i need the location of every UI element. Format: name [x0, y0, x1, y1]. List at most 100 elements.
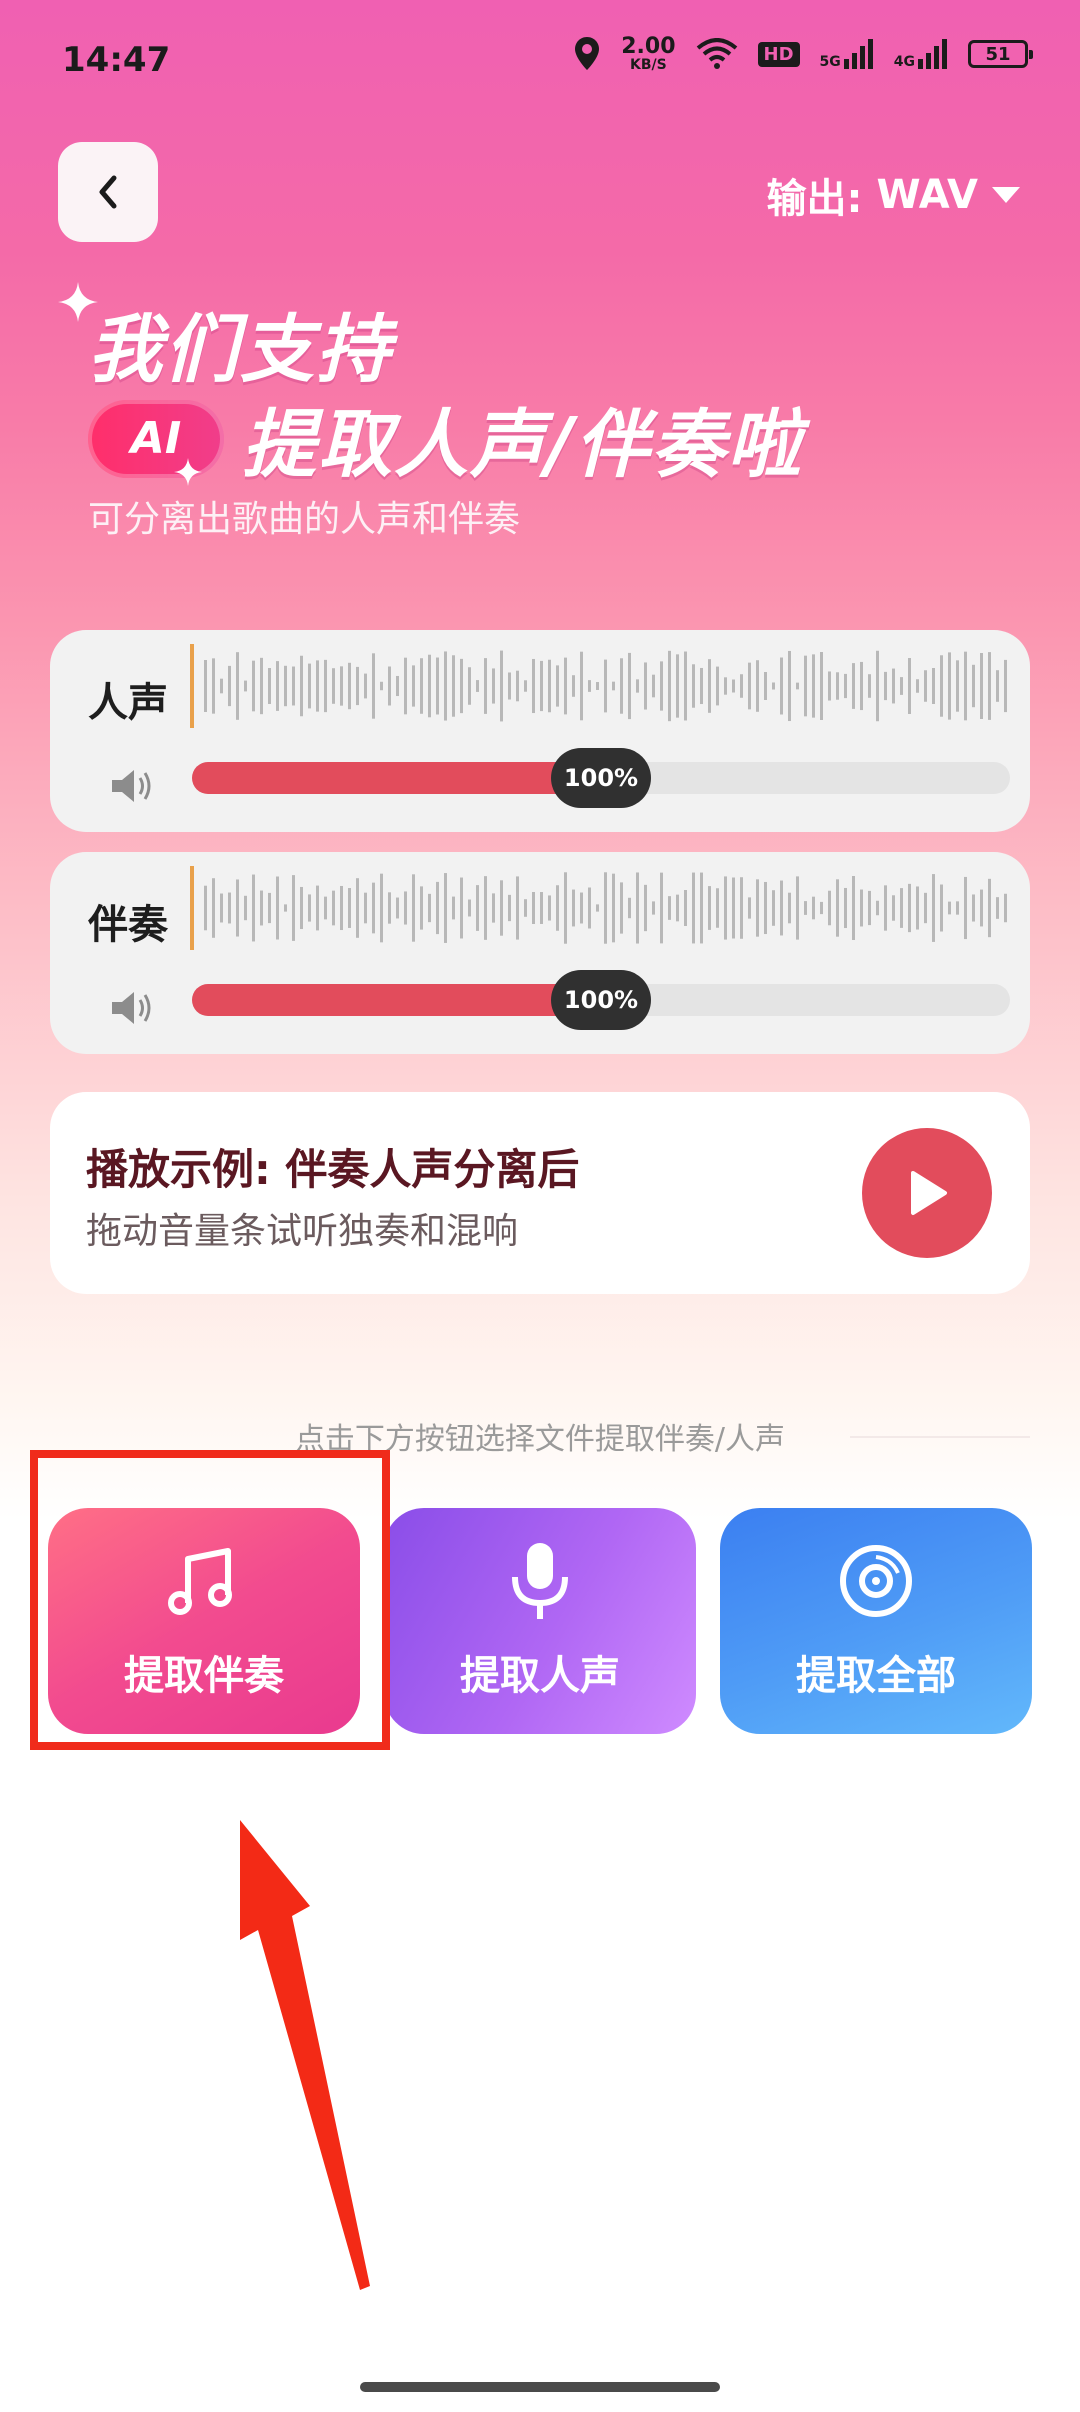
- waveform-bar: [508, 894, 511, 922]
- output-label: 输出:: [766, 176, 863, 222]
- waveform-bar: [380, 681, 383, 691]
- waveform-bar: [380, 873, 383, 943]
- arrow-annotation-icon: [240, 1820, 370, 2290]
- hd-icon: HD: [757, 41, 800, 67]
- waveform-bar: [980, 653, 983, 719]
- waveform-bar: [660, 872, 663, 944]
- waveform-bar: [588, 887, 591, 929]
- waveform-bar: [916, 679, 919, 693]
- waveform-bar: [372, 882, 375, 934]
- waveform-bar: [980, 889, 983, 927]
- waveform-bar: [452, 655, 455, 717]
- waveform-bar: [348, 888, 351, 928]
- waveform-bar: [652, 674, 655, 698]
- waveform-bar: [500, 650, 503, 722]
- waveform-bar: [660, 661, 663, 711]
- waveform-bar: [340, 666, 343, 706]
- waveform-bar: [548, 895, 551, 921]
- disc-icon: [840, 1545, 912, 1617]
- playhead-cursor[interactable]: [190, 644, 194, 728]
- waveform-bar: [844, 673, 847, 699]
- waveform-bar: [300, 655, 303, 717]
- play-button[interactable]: [862, 1128, 992, 1258]
- waveform-bar: [740, 877, 743, 939]
- home-indicator[interactable]: [360, 2382, 720, 2392]
- waveform-bar: [804, 655, 807, 717]
- waveform-bar: [236, 879, 239, 937]
- example-card: 播放示例: 伴奏人声分离后 拖动音量条试听独奏和混响: [50, 1092, 1030, 1294]
- waveform-bar: [300, 886, 303, 930]
- waveform-bar: [612, 681, 615, 691]
- waveform-bar: [644, 662, 647, 710]
- waveform-bar: [876, 900, 879, 916]
- waveform-bar: [700, 667, 703, 705]
- example-title: 播放示例: 伴奏人声分离后: [86, 1145, 580, 1194]
- waveform-bar: [492, 668, 495, 704]
- waveform[interactable]: [190, 644, 1010, 728]
- waveform-bar: [316, 660, 319, 712]
- waveform-bar: [356, 878, 359, 938]
- accompaniment-track-card: 伴奏 100%: [50, 852, 1030, 1054]
- waveform-bar: [596, 682, 599, 690]
- vocal-track-card: 人声 100%: [50, 630, 1030, 832]
- waveform-bar: [844, 887, 847, 929]
- volume-slider[interactable]: 100%: [192, 970, 1010, 1030]
- waveform-bar: [316, 885, 319, 931]
- volume-slider-thumb[interactable]: 100%: [551, 748, 651, 808]
- volume-slider-thumb[interactable]: 100%: [551, 970, 651, 1030]
- waveform-bar: [948, 901, 951, 915]
- speaker-icon[interactable]: [110, 990, 154, 1026]
- track-label: 人声: [88, 680, 168, 726]
- waveform-bar: [948, 652, 951, 720]
- waveform-bar: [636, 872, 639, 944]
- waveform-bar: [404, 657, 407, 715]
- waveform-bar: [364, 892, 367, 924]
- waveform-bar: [540, 660, 543, 712]
- waveform-bar: [564, 657, 567, 715]
- waveform-bar: [756, 879, 759, 937]
- waveform-bar: [716, 888, 719, 928]
- extract-vocal-label: 提取人声: [460, 1653, 620, 1699]
- extract-all-label: 提取全部: [796, 1653, 956, 1699]
- waveform-bar: [900, 888, 903, 928]
- waveform-bar: [964, 876, 967, 940]
- waveform-bar: [556, 665, 559, 707]
- waveform-bar: [764, 671, 767, 701]
- waveform-bar: [924, 670, 927, 702]
- output-format-selector[interactable]: 输出: WAV: [766, 166, 1020, 224]
- waveform-bar: [412, 874, 415, 942]
- waveform-bar: [836, 672, 839, 700]
- waveform-bar: [892, 895, 895, 921]
- waveform-bar: [932, 667, 935, 705]
- play-icon: [911, 1171, 947, 1215]
- example-subtitle: 拖动音量条试听独奏和混响: [86, 1211, 519, 1252]
- playhead-cursor[interactable]: [190, 866, 194, 950]
- waveform-bar: [244, 680, 247, 692]
- waveform-bar: [580, 651, 583, 721]
- waveform-bar: [396, 897, 399, 919]
- extract-all-button[interactable]: 提取全部: [720, 1508, 1032, 1734]
- waveform-bar: [796, 682, 799, 690]
- waveform-bar: [996, 670, 999, 702]
- signal-4g: 4G: [894, 39, 948, 69]
- hd-label: HD: [763, 43, 794, 65]
- waveform-bar: [620, 882, 623, 934]
- waveform[interactable]: [190, 866, 1010, 950]
- volume-slider[interactable]: 100%: [192, 748, 1010, 808]
- waveform-bar: [748, 897, 751, 919]
- waveform-bar: [988, 878, 991, 938]
- waveform-bar: [884, 885, 887, 931]
- waveform-bar: [484, 876, 487, 940]
- waveform-bar: [828, 671, 831, 701]
- waveform-bar: [476, 680, 479, 692]
- speaker-icon[interactable]: [110, 768, 154, 804]
- extract-vocal-button[interactable]: 提取人声: [384, 1508, 696, 1734]
- waveform-bar: [516, 876, 519, 940]
- back-button[interactable]: [58, 142, 158, 242]
- waveform-bar: [956, 660, 959, 712]
- waveform-bar: [340, 885, 343, 931]
- waveform-bar: [284, 904, 287, 912]
- waveform-bar: [916, 886, 919, 930]
- waveform-bar: [780, 880, 783, 936]
- waveform-bar: [388, 666, 391, 706]
